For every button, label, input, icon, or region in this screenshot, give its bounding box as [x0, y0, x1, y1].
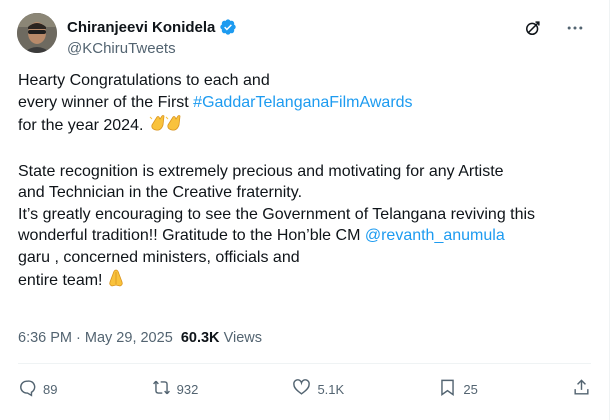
tweet-time[interactable]: 6:36 PM — [18, 330, 72, 346]
tweet-line: entire team! — [18, 268, 588, 295]
views-count: 60.3K — [180, 330, 220, 346]
like-icon — [292, 378, 311, 400]
tweet-date[interactable]: May 29, 2025 — [85, 330, 173, 346]
folded-hands-emoji — [107, 268, 125, 295]
like-button[interactable]: 5.1K — [292, 378, 344, 400]
meta-separator: · — [72, 330, 85, 346]
tweet-line: It’s greatly encouraging to see the Gove… — [18, 205, 536, 223]
share-icon — [572, 378, 591, 400]
repost-icon — [152, 378, 171, 400]
avatar[interactable] — [17, 13, 57, 53]
tweet-line: garu , concerned ministers, officials an… — [18, 248, 300, 266]
tweet-line: State recognition is extremely precious … — [18, 162, 504, 180]
tweet-line: for the year 2024. — [18, 113, 588, 140]
divider — [18, 363, 591, 364]
tweet-text-fragment: wonderful tradition!! Gratitude to the H… — [18, 227, 365, 244]
grok-icon[interactable] — [523, 18, 543, 38]
bookmark-button[interactable]: 25 — [438, 378, 478, 400]
more-icon[interactable] — [565, 18, 585, 38]
verified-badge-icon — [219, 18, 237, 36]
author-handle[interactable]: @KChiruTweets — [67, 40, 237, 57]
reply-button[interactable]: 89 — [18, 378, 57, 400]
author-block: Chiranjeevi Konidela @KChiruTweets — [67, 16, 237, 57]
reply-count: 89 — [43, 381, 58, 397]
action-bar: 89 932 5.1K 25 — [18, 378, 591, 400]
tweet-card: Chiranjeevi Konidela @KChiruTweets Heart… — [0, 0, 610, 420]
tweet-text-fragment: entire team! — [18, 272, 103, 289]
tweet-line: Hearty Congratulations to each and — [18, 72, 270, 89]
share-button[interactable] — [572, 378, 591, 400]
mention-link[interactable]: @revanth_anumula — [365, 227, 505, 244]
like-count: 5.1K — [317, 381, 345, 397]
top-actions — [523, 18, 585, 38]
tweet-text-fragment: every winner of the First — [18, 93, 194, 111]
clapping-hands-emoji — [148, 113, 184, 140]
tweet-text-fragment: for the year 2024. — [18, 117, 144, 134]
repost-count: 932 — [176, 381, 199, 397]
author-name[interactable]: Chiranjeevi Konidela — [67, 19, 215, 36]
tweet-meta: 6:36 PM · May 29, 2025 60.3K Views — [18, 330, 262, 346]
tweet-line: wonderful tradition!! Gratitude to the H… — [18, 225, 588, 247]
repost-button[interactable]: 932 — [152, 378, 199, 400]
reply-icon — [18, 378, 37, 400]
views-label: Views — [223, 330, 262, 346]
tweet-line: and Technician in the Creative fraternit… — [18, 184, 303, 201]
bookmark-icon — [438, 378, 457, 400]
tweet-text: Hearty Congratulations to each and every… — [18, 70, 588, 295]
bookmark-count: 25 — [463, 381, 478, 397]
hashtag-link[interactable]: #GaddarTelanganaFilmAwards — [193, 94, 412, 111]
tweet-line: every winner of the First #GaddarTelanga… — [18, 92, 588, 114]
